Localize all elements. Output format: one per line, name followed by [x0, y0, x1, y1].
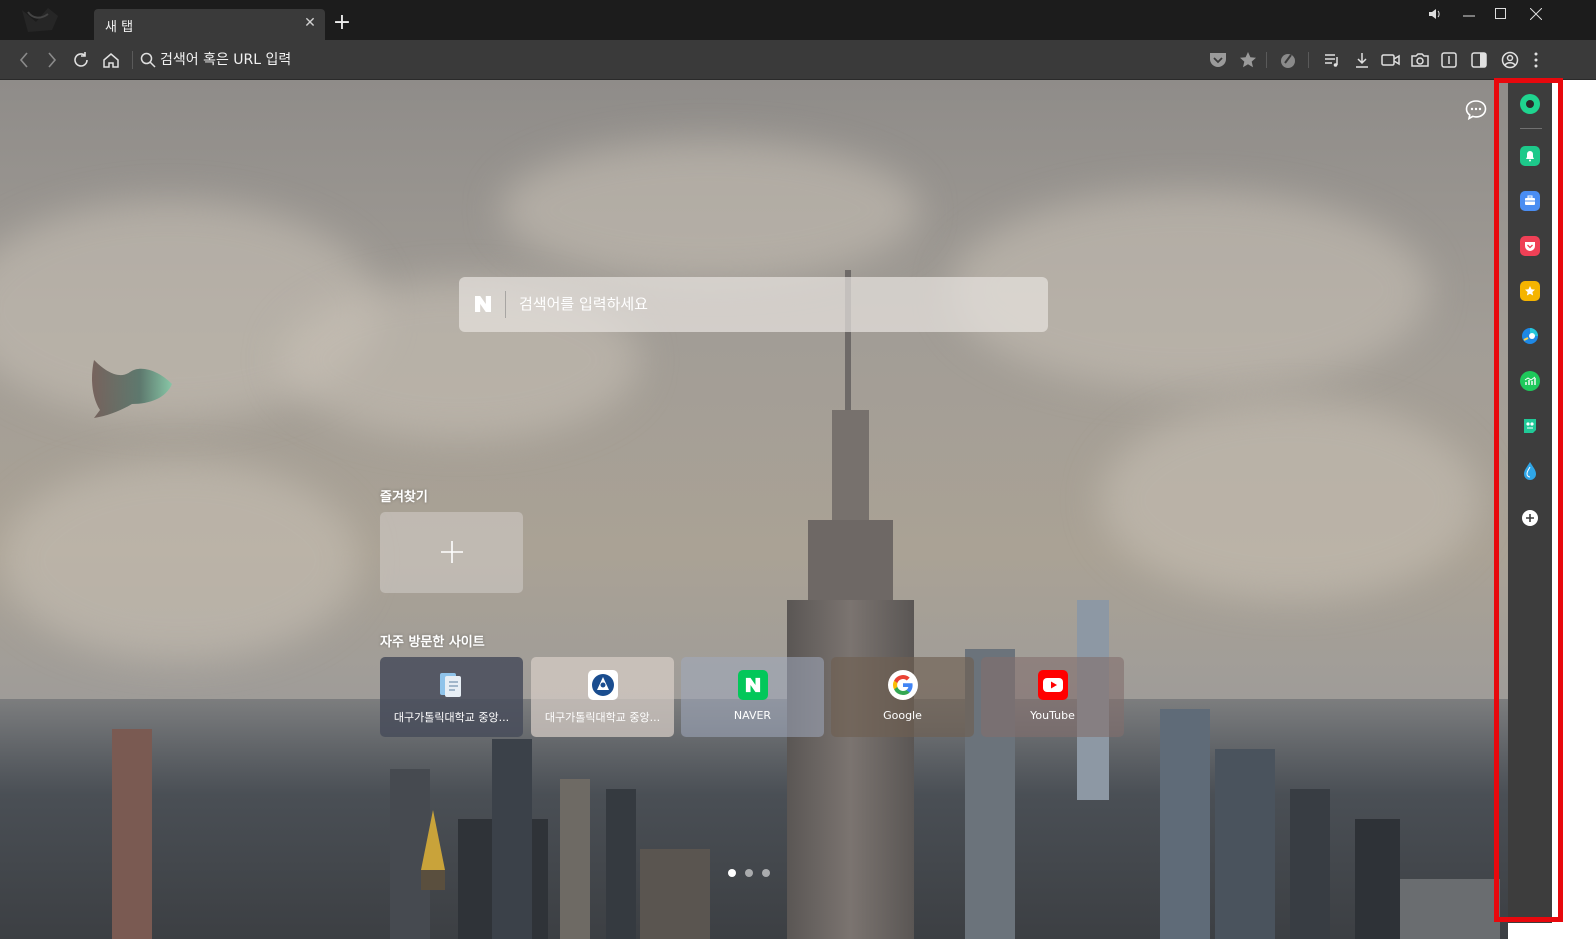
- tile-label: Google: [883, 709, 922, 722]
- search-input[interactable]: [519, 292, 1019, 316]
- navigation-toolbar: [0, 40, 1596, 80]
- more-menu-icon[interactable]: [1524, 48, 1548, 72]
- google-icon: [888, 670, 918, 700]
- chat-bubble-icon[interactable]: [1464, 98, 1488, 122]
- greendot-icon[interactable]: [1520, 94, 1540, 114]
- favorites-label: 즐겨찾기: [380, 490, 428, 505]
- naver-icon: [738, 670, 768, 700]
- address-divider: [132, 51, 133, 69]
- search-box: [459, 277, 1048, 332]
- download-icon[interactable]: [1350, 48, 1374, 72]
- sidebar-toggle-icon[interactable]: [1467, 48, 1491, 72]
- tab-title: 새 탭: [105, 20, 134, 35]
- profile-icon[interactable]: [1498, 48, 1522, 72]
- playlist-icon[interactable]: [1320, 48, 1344, 72]
- star-icon[interactable]: [1520, 281, 1540, 301]
- briefcase-icon[interactable]: [1520, 191, 1540, 211]
- new-tab-page: 즐겨찾기 자주 방문한 사이트 대구가톨릭대학교 중앙... 대구가톨릭대학교 …: [0, 80, 1508, 939]
- close-window-button[interactable]: [1521, 4, 1551, 24]
- whale-browser-logo-icon[interactable]: [18, 6, 62, 36]
- tile-label: 대구가톨릭대학교 중앙...: [393, 711, 510, 724]
- minimize-button[interactable]: [1454, 4, 1484, 24]
- pocket-shield-icon[interactable]: [1206, 48, 1230, 72]
- tab-close-icon[interactable]: ✕: [301, 14, 319, 32]
- forward-button[interactable]: [40, 48, 64, 72]
- university-emblem-icon: [588, 670, 618, 700]
- window-edge: [1552, 80, 1596, 939]
- new-tab-button[interactable]: +: [330, 12, 354, 36]
- bell-icon[interactable]: [1520, 146, 1540, 166]
- volume-icon[interactable]: [1420, 4, 1450, 24]
- gold-tower-icon: [421, 810, 445, 890]
- pocket-icon[interactable]: [1520, 236, 1540, 256]
- maximize-button[interactable]: [1486, 4, 1516, 24]
- search-icon: [136, 48, 160, 72]
- camera-icon[interactable]: [1408, 48, 1432, 72]
- add-icon[interactable]: [1520, 508, 1540, 528]
- address-bar-input[interactable]: [160, 49, 1060, 71]
- frequent-site-tile[interactable]: NAVER: [681, 657, 824, 737]
- add-favorite-button[interactable]: [380, 512, 523, 593]
- plus-icon: [441, 541, 463, 563]
- page-dot-2[interactable]: [745, 869, 753, 877]
- tile-label: NAVER: [733, 709, 772, 722]
- drop-icon[interactable]: [1520, 461, 1540, 481]
- tab-new-tab[interactable]: 새 탭 ✕: [94, 9, 325, 40]
- whale-logo-icon: [92, 360, 172, 418]
- tile-label: 대구가톨릭대학교 중앙...: [544, 711, 661, 724]
- page-dot-1[interactable]: [728, 869, 736, 877]
- video-icon[interactable]: [1379, 48, 1403, 72]
- globe-icon[interactable]: [1520, 326, 1540, 346]
- reload-button[interactable]: [69, 48, 93, 72]
- naver-logo-icon[interactable]: [474, 295, 492, 313]
- extension-icon[interactable]: [1276, 48, 1300, 72]
- bookmark-star-icon[interactable]: [1236, 48, 1260, 72]
- papago-icon[interactable]: [1520, 416, 1540, 436]
- back-button[interactable]: [12, 48, 36, 72]
- page-indicator: [728, 869, 770, 877]
- home-button[interactable]: [99, 48, 123, 72]
- frequent-site-tile[interactable]: 대구가톨릭대학교 중앙...: [380, 657, 523, 737]
- tile-label: YouTube: [1030, 709, 1075, 722]
- title-bar: 새 탭 ✕ +: [0, 0, 1596, 40]
- empire-state-building: [787, 600, 914, 939]
- page-dot-3[interactable]: [762, 869, 770, 877]
- frequent-site-tile[interactable]: Google: [831, 657, 974, 737]
- reader-mode-icon[interactable]: [1437, 48, 1461, 72]
- frequent-site-tile[interactable]: YouTube: [981, 657, 1124, 737]
- chart-icon[interactable]: [1520, 371, 1540, 391]
- frequent-site-tile[interactable]: 대구가톨릭대학교 중앙...: [531, 657, 674, 737]
- document-icon: [437, 670, 467, 700]
- youtube-icon: [1038, 670, 1068, 700]
- frequent-sites-label: 자주 방문한 사이트: [380, 635, 485, 650]
- sidebar: [1508, 80, 1552, 923]
